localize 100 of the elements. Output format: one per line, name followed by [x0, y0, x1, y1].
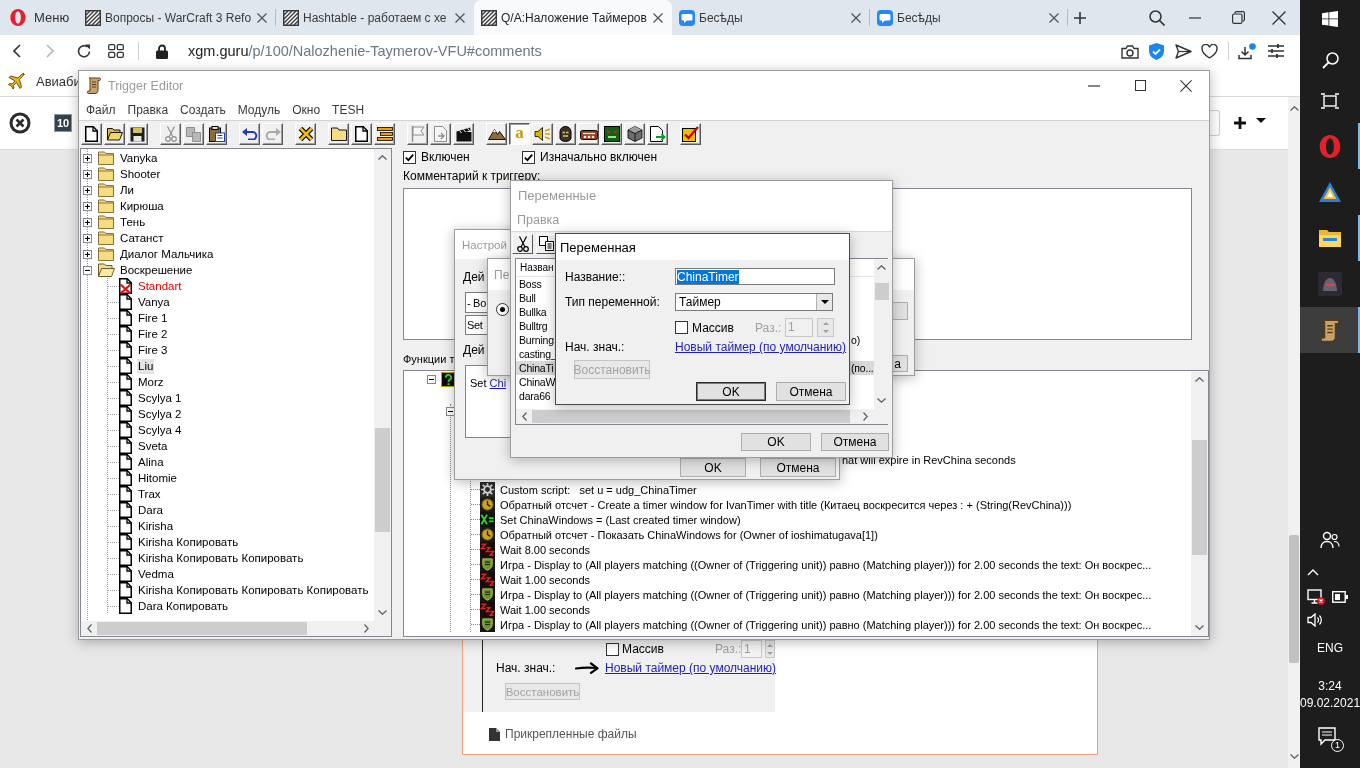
expand-icon[interactable]: [83, 153, 92, 163]
scrollbar[interactable]: [1191, 371, 1208, 636]
tree-item[interactable]: Vanyka: [119, 150, 159, 166]
browser-tab[interactable]: Бесѣды: [672, 0, 870, 35]
toolbar-button[interactable]: [647, 123, 668, 145]
menu-item[interactable]: Правка: [121, 103, 175, 117]
tree-item[interactable]: Scylya 4: [137, 422, 183, 438]
plus-icon[interactable]: [1074, 11, 1086, 24]
clock-time[interactable]: 3:24: [1300, 679, 1360, 693]
toolbar-button[interactable]: [601, 123, 622, 145]
toolbar-button[interactable]: [239, 123, 260, 145]
toolbar-button[interactable]: [374, 123, 395, 145]
scrollbar[interactable]: [81, 621, 374, 636]
radio-button[interactable]: [496, 303, 509, 316]
default-value-link[interactable]: Новый таймер (по умолчанию): [605, 661, 777, 675]
browser-tab[interactable]: Бесѣды: [870, 0, 1068, 35]
toolbar-button[interactable]: [453, 123, 474, 145]
toolbar-button[interactable]: [486, 123, 507, 145]
menu-item[interactable]: Файл: [80, 103, 122, 117]
toolbar-button[interactable]: [81, 123, 102, 145]
scroll-down-icon[interactable]: [1195, 625, 1204, 630]
tree-item[interactable]: Fire 3: [137, 342, 169, 358]
people-icon[interactable]: [1320, 531, 1340, 549]
toolbar-button[interactable]: [206, 123, 227, 145]
tree-item[interactable]: Scylya 1: [137, 390, 183, 406]
search-icon[interactable]: [1321, 51, 1339, 69]
search-icon[interactable]: [1149, 9, 1165, 26]
tree-item[interactable]: Trax: [137, 486, 162, 502]
scroll-down-icon[interactable]: [1289, 754, 1299, 759]
scrollbar-thumb[interactable]: [874, 283, 889, 300]
tree-item[interactable]: Fire 1: [137, 310, 169, 326]
scrollbar-thumb[interactable]: [375, 428, 390, 532]
scrollbar[interactable]: [873, 259, 890, 409]
caret-icon[interactable]: [820, 300, 829, 304]
dialog-button[interactable]: Отмена: [760, 458, 836, 477]
expand-icon[interactable]: [83, 169, 92, 179]
toolbar-button[interactable]: [624, 123, 645, 145]
dialog-button[interactable]: OK: [696, 382, 766, 401]
scroll-up-icon[interactable]: [1289, 106, 1299, 111]
number-badge[interactable]: 10: [54, 114, 72, 132]
airplane-icon[interactable]: [8, 72, 26, 91]
scroll-up-icon[interactable]: [1195, 377, 1204, 382]
toolbar-button[interactable]: [512, 233, 533, 254]
close-icon[interactable]: [257, 12, 267, 23]
toolbar-button[interactable]: [295, 123, 316, 145]
tree-item[interactable]: Fire 2: [137, 326, 169, 342]
column-header[interactable]: Назван: [516, 262, 554, 273]
scroll-left-icon[interactable]: [86, 624, 92, 633]
tree-item[interactable]: Сатанст: [119, 230, 165, 246]
scrollbar[interactable]: [516, 409, 874, 424]
scroll-down-icon[interactable]: [877, 398, 887, 403]
grid-icon[interactable]: [108, 44, 124, 58]
camera-icon[interactable]: [1121, 43, 1139, 59]
tree-item[interactable]: Кирюша: [119, 198, 165, 214]
menu-item[interactable]: Создать: [174, 103, 232, 117]
language-indicator[interactable]: ENG: [1300, 641, 1360, 655]
toolbar-button[interactable]: [532, 123, 553, 145]
checkbox[interactable]: [403, 150, 416, 164]
tree-item[interactable]: Dara Копировать: [137, 598, 230, 614]
name-field[interactable]: ChinaTimer: [675, 268, 835, 285]
speaker-icon[interactable]: [1307, 613, 1323, 627]
close-icon[interactable]: [1272, 10, 1286, 25]
close-icon[interactable]: [1049, 12, 1059, 23]
collapse-icon[interactable]: [83, 265, 92, 275]
tree-item[interactable]: Kirisha Копировать Копировать Копировать: [137, 582, 370, 598]
caret-icon[interactable]: [1256, 118, 1266, 123]
checkbox[interactable]: [522, 150, 535, 164]
chevron-up-icon[interactable]: [1307, 569, 1319, 576]
default-value-link[interactable]: Новый таймер (по умолчанию): [675, 340, 847, 354]
scrollbar-thumb[interactable]: [97, 622, 307, 635]
scrollbar[interactable]: [374, 149, 391, 621]
scroll-down-icon[interactable]: [378, 610, 387, 615]
close-icon[interactable]: [851, 12, 861, 23]
download-icon[interactable]: [1238, 42, 1256, 60]
browser-tab[interactable]: Вопросы - WarCraft 3 Refo: [78, 0, 276, 35]
toolbar-button[interactable]: [536, 233, 557, 254]
action-item[interactable]: Wait 1.00 seconds: [500, 573, 591, 586]
action-item[interactable]: Wait 1.00 seconds: [500, 603, 591, 616]
expand-icon[interactable]: [83, 249, 92, 259]
scrollbar-thumb[interactable]: [1192, 440, 1207, 555]
tree-item[interactable]: Liu: [137, 358, 155, 374]
toolbar-button[interactable]: [127, 123, 148, 145]
action-item[interactable]: Обратный отсчет - Create a timer window for IvanTimer with title (Китаец воскресится через : + (String(RevChina))): [500, 498, 1072, 511]
action-item[interactable]: Игра - Display to (All players matching ((Owner of (Triggering unit)) равно (Matching player))) for 2.00 seconds the text: Он воскрес...: [500, 558, 1152, 571]
toolbar-button[interactable]: [328, 123, 349, 145]
checkbox[interactable]: [606, 642, 619, 656]
tree-item[interactable]: Alina: [137, 454, 165, 470]
toolbar-button[interactable]: [104, 123, 125, 145]
scrollbar-thumb[interactable]: [1289, 535, 1299, 663]
back-icon[interactable]: [13, 44, 21, 58]
tree-item[interactable]: Sveta: [137, 438, 169, 454]
menu-item[interactable]: Окно: [286, 103, 327, 117]
toolbar-button[interactable]: [680, 123, 701, 145]
close-icon[interactable]: [1180, 79, 1192, 92]
battery-icon[interactable]: [1332, 591, 1348, 603]
expand-icon[interactable]: [83, 233, 92, 243]
heart-icon[interactable]: [1201, 43, 1218, 59]
tree-item[interactable]: Диалог Мальчика: [119, 246, 215, 262]
tree-item[interactable]: Kirisha Копировать: [137, 534, 240, 550]
attachments-heading[interactable]: Прикрепленные файлы: [505, 727, 637, 741]
